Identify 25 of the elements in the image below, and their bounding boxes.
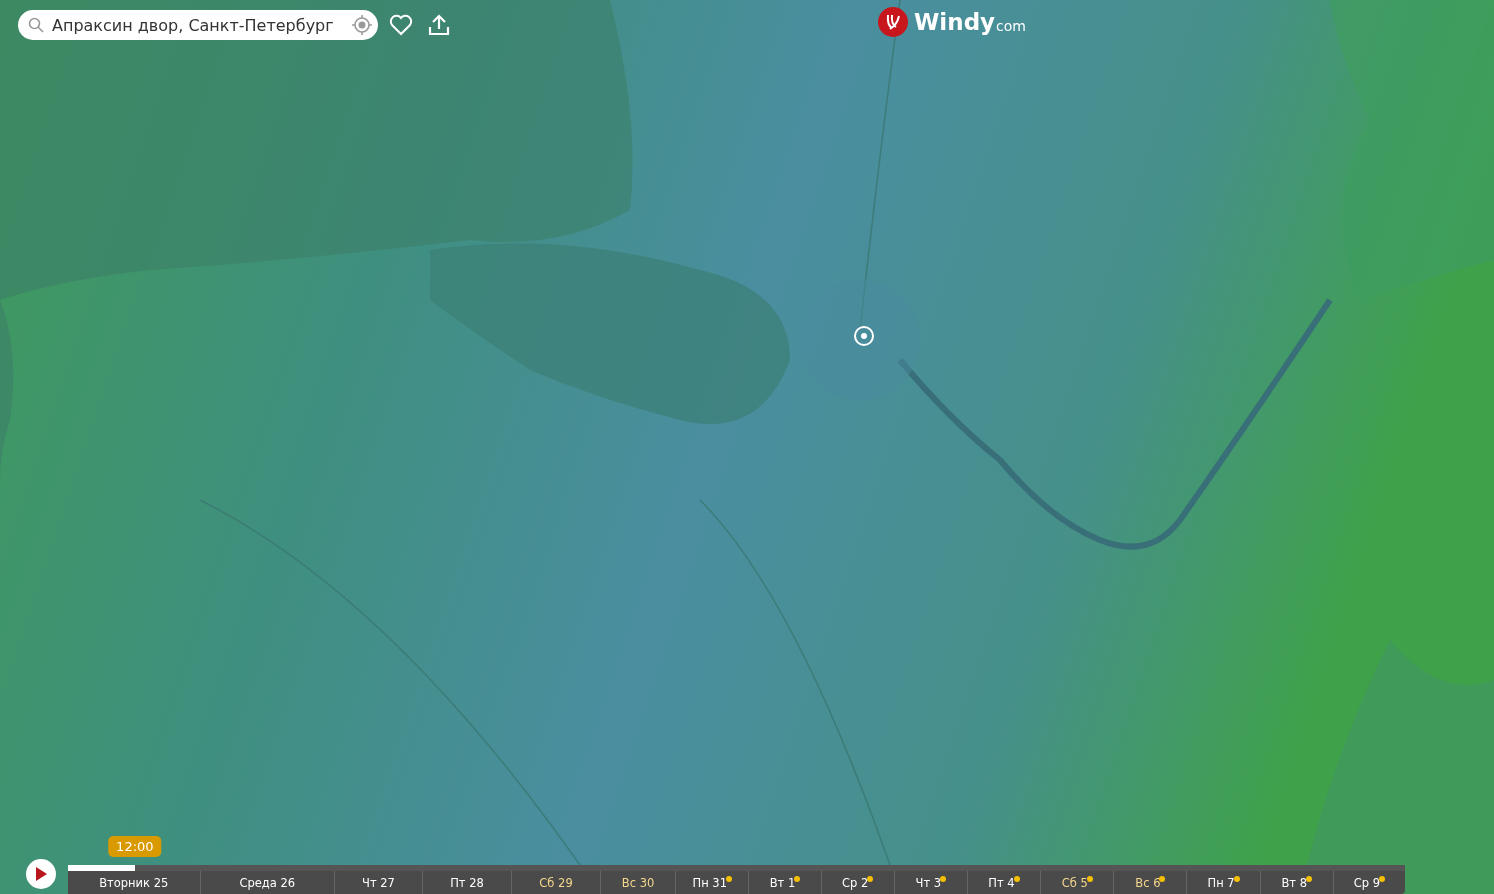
logo-text: Windy — [914, 9, 996, 35]
timeline-track[interactable] — [68, 865, 1405, 871]
play-icon — [34, 866, 48, 882]
logo-suffix: com — [996, 18, 1026, 34]
day-label[interactable]: Пн 7 — [1207, 875, 1240, 890]
day-label[interactable]: Среда 26 — [239, 875, 296, 890]
day-label[interactable]: Ср 2 — [842, 875, 874, 890]
day-label[interactable]: Пт 28 — [450, 875, 484, 890]
time-tooltip: 12:00 — [108, 836, 162, 857]
day-label[interactable]: Пн 31 — [692, 875, 732, 890]
day-label[interactable]: Вторник 25 — [99, 875, 169, 890]
day-label[interactable]: Пт 4 — [988, 875, 1020, 890]
day-label[interactable]: Чт 3 — [915, 875, 947, 890]
day-label[interactable]: Вт 8 — [1281, 875, 1313, 890]
day-label[interactable]: Ср 9 — [1353, 875, 1386, 890]
search-icon — [28, 17, 44, 33]
logo-icon — [878, 7, 908, 37]
locate-icon[interactable] — [352, 15, 372, 35]
day-label[interactable]: Вс 30 — [621, 875, 655, 890]
day-label[interactable]: Чт 27 — [362, 875, 395, 890]
day-label[interactable]: Вт 1 — [769, 875, 801, 890]
day-label[interactable]: Сб 5 — [1061, 875, 1093, 890]
day-label[interactable]: Сб 29 — [539, 875, 573, 890]
search-field[interactable]: Апраксин двор, Санкт-Петербург — [18, 10, 378, 40]
day-label[interactable]: Вс 6 — [1135, 875, 1166, 890]
